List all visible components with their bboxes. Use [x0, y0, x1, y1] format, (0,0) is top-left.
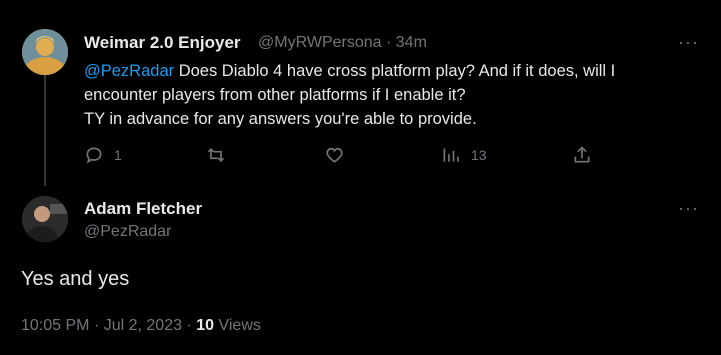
author-handle[interactable]: @PezRadar	[84, 223, 171, 241]
more-options-icon[interactable]: ···	[678, 32, 699, 53]
author-name[interactable]: Weimar 2.0 Enjoyer	[84, 33, 241, 53]
thread-connector-line	[44, 70, 46, 186]
repost-icon	[207, 147, 225, 163]
views-button[interactable]: 13	[441, 145, 487, 165]
timestamp[interactable]: 34m	[396, 34, 427, 51]
views-count: 13	[471, 147, 487, 163]
reply-button[interactable]: 1	[84, 145, 122, 165]
avatar[interactable]	[22, 29, 68, 75]
tweet-line-1: Does Diablo 4 have cross platform play? …	[174, 62, 616, 80]
author-handle[interactable]: @MyRWPersona · 34m	[258, 34, 427, 52]
tweet-text: Yes and yes	[21, 268, 130, 290]
separator-dot: ·	[186, 317, 192, 334]
views-number: 10	[196, 317, 215, 334]
author-name[interactable]: Adam Fletcher	[84, 199, 202, 219]
tweet-date[interactable]: Jul 2, 2023	[104, 317, 182, 334]
like-button[interactable]	[324, 145, 355, 165]
tweet-text: @PezRadar Does Diablo 4 have cross platf…	[84, 59, 615, 131]
views-label: Views	[218, 317, 261, 334]
tweet-line-2: encounter players from other platforms i…	[84, 86, 466, 104]
share-button[interactable]	[572, 145, 592, 165]
avatar[interactable]	[22, 196, 68, 242]
separator-dot: ·	[385, 34, 392, 51]
reply-icon	[86, 147, 102, 164]
mention-link[interactable]: @PezRadar	[84, 62, 174, 80]
repost-button[interactable]	[205, 145, 237, 165]
tweet-time[interactable]: 10:05 PM	[21, 317, 89, 334]
heart-icon	[326, 147, 343, 163]
handle-text[interactable]: @MyRWPersona	[258, 34, 382, 51]
more-options-icon[interactable]: ···	[678, 198, 699, 219]
reply-count: 1	[114, 147, 122, 163]
tweet-metadata: 10:05 PM · Jul 2, 2023 · 10 Views	[21, 317, 261, 335]
share-icon	[574, 146, 590, 163]
separator-dot: ·	[93, 317, 100, 334]
tweet-line-3: TY in advance for any answers you're abl…	[84, 110, 477, 128]
views-chart-icon	[443, 148, 459, 162]
